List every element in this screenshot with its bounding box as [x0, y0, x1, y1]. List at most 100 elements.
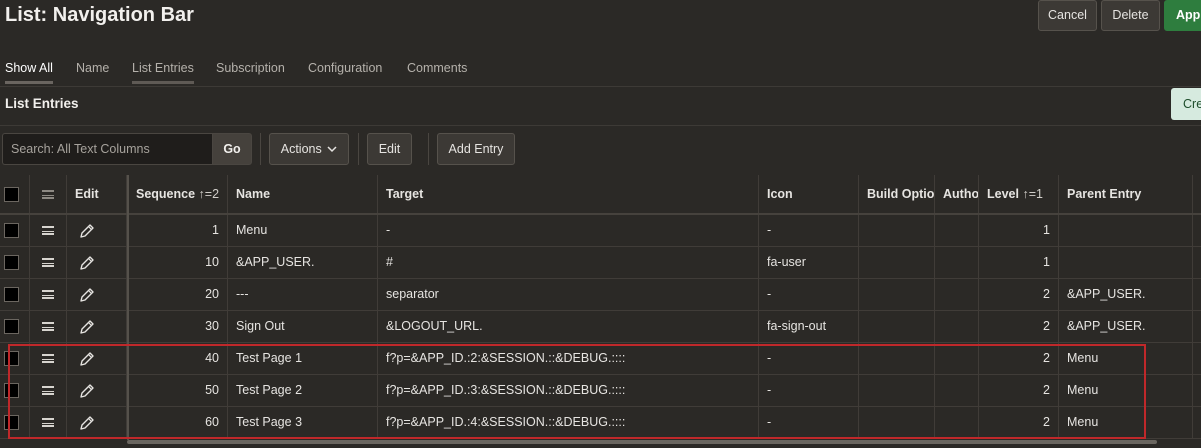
actions-label: Actions — [280, 142, 322, 156]
row-select-cell[interactable] — [0, 343, 30, 374]
level-cell: 2 — [979, 407, 1059, 438]
target-cell: &LOGOUT_URL. — [378, 311, 759, 342]
table-row[interactable]: 60 Test Page 3 f?p=&APP_ID.:4:&SESSION.::&… — [0, 407, 1201, 439]
row-select-cell[interactable] — [0, 215, 30, 246]
row-edit-cell[interactable] — [67, 343, 127, 374]
pencil-icon[interactable] — [79, 223, 95, 239]
row-actions-cell[interactable] — [30, 311, 67, 342]
drag-handle-icon[interactable] — [42, 258, 54, 268]
table-row[interactable]: 20 --- separator - 2 &APP_USER. — [0, 279, 1201, 311]
table-row[interactable]: 40 Test Page 1 f?p=&APP_ID.:2:&SESSION.::&… — [0, 343, 1201, 375]
column-header-name[interactable]: Name — [228, 175, 378, 213]
drag-handle-icon[interactable] — [42, 418, 54, 428]
name-cell: &APP_USER. — [228, 247, 378, 278]
checkbox-icon[interactable] — [4, 383, 19, 399]
sequence-cell: 1 — [128, 215, 228, 246]
column-header-sequence[interactable]: Sequence ↑=2 — [128, 175, 228, 213]
actions-menu-button[interactable]: Actions — [269, 133, 349, 165]
checkbox-icon[interactable] — [4, 255, 19, 271]
row-edit-cell[interactable] — [67, 215, 127, 246]
name-cell: Test Page 3 — [228, 407, 378, 438]
column-header-author[interactable]: Autho — [935, 175, 979, 213]
checkbox-icon[interactable] — [4, 223, 19, 239]
row-select-cell[interactable] — [0, 375, 30, 406]
column-header-build-option[interactable]: Build Option — [859, 175, 935, 213]
row-edit-cell[interactable] — [67, 407, 127, 438]
target-cell: separator — [378, 279, 759, 310]
delete-button[interactable]: Delete — [1101, 0, 1160, 31]
row-actions-cell[interactable] — [30, 279, 67, 310]
column-header-target[interactable]: Target — [378, 175, 759, 213]
target-cell: f?p=&APP_ID.:4:&SESSION.::&DEBUG.:::: — [378, 407, 759, 438]
search-input[interactable] — [2, 133, 212, 165]
checkbox-icon[interactable] — [4, 287, 19, 303]
tab-list-entries[interactable]: List Entries — [132, 61, 194, 84]
tab-subscription[interactable]: Subscription — [216, 61, 285, 81]
checkbox-icon[interactable] — [4, 319, 19, 335]
tab-show-all[interactable]: Show All — [5, 61, 53, 84]
row-select-cell[interactable] — [0, 279, 30, 310]
select-all-checkbox-icon[interactable] — [4, 187, 19, 203]
level-cell: 2 — [979, 343, 1059, 374]
horizontal-scrollbar[interactable] — [127, 440, 1157, 444]
row-edit-cell[interactable] — [67, 279, 127, 310]
tab-comments[interactable]: Comments — [407, 61, 467, 81]
row-actions-cell[interactable] — [30, 407, 67, 438]
drag-handle-icon[interactable] — [42, 290, 54, 300]
add-entry-button[interactable]: Add Entry — [437, 133, 515, 165]
sequence-cell: 60 — [128, 407, 228, 438]
region-title: List Entries — [5, 96, 79, 111]
row-actions-cell[interactable] — [30, 215, 67, 246]
pencil-icon[interactable] — [79, 287, 95, 303]
chevron-down-icon — [327, 146, 337, 153]
pencil-icon[interactable] — [79, 351, 95, 367]
drag-handle-icon[interactable] — [42, 322, 54, 332]
table-row[interactable]: 10 &APP_USER. # fa-user 1 — [0, 247, 1201, 279]
tab-name[interactable]: Name — [76, 61, 109, 81]
checkbox-icon[interactable] — [4, 351, 19, 367]
row-select-cell[interactable] — [0, 407, 30, 438]
row-edit-cell[interactable] — [67, 311, 127, 342]
author-cell — [935, 247, 979, 278]
row-actions-cell[interactable] — [30, 375, 67, 406]
column-header-edit[interactable]: Edit — [67, 175, 127, 213]
create-entry-button[interactable]: Cre — [1171, 88, 1201, 120]
pencil-icon[interactable] — [79, 383, 95, 399]
author-cell — [935, 215, 979, 246]
build-option-cell — [859, 279, 935, 310]
row-edit-cell[interactable] — [67, 247, 127, 278]
pencil-icon[interactable] — [79, 255, 95, 271]
author-cell — [935, 279, 979, 310]
drag-header-cell — [30, 175, 67, 213]
tab-configuration[interactable]: Configuration — [308, 61, 382, 81]
select-all-cell[interactable] — [0, 175, 30, 213]
table-row[interactable]: 50 Test Page 2 f?p=&APP_ID.:3:&SESSION.::&… — [0, 375, 1201, 407]
edit-mode-button[interactable]: Edit — [367, 133, 412, 165]
row-select-cell[interactable] — [0, 311, 30, 342]
row-select-cell[interactable] — [0, 247, 30, 278]
icon-cell: - — [759, 215, 859, 246]
row-actions-cell[interactable] — [30, 343, 67, 374]
go-button[interactable]: Go — [212, 133, 252, 165]
column-header-icon[interactable]: Icon — [759, 175, 859, 213]
apply-changes-button[interactable]: Appl — [1164, 0, 1201, 31]
cancel-button[interactable]: Cancel — [1038, 0, 1097, 31]
parent-entry-cell: &APP_USER. — [1059, 279, 1193, 310]
row-actions-cell[interactable] — [30, 247, 67, 278]
table-row[interactable]: 30 Sign Out &LOGOUT_URL. fa-sign-out 2 &APP_U… — [0, 311, 1201, 343]
parent-entry-cell: Menu — [1059, 407, 1193, 438]
pencil-icon[interactable] — [79, 415, 95, 431]
build-option-cell — [859, 311, 935, 342]
frozen-column-divider — [127, 175, 129, 440]
icon-cell: - — [759, 343, 859, 374]
drag-handle-icon[interactable] — [42, 386, 54, 396]
drag-handle-icon[interactable] — [42, 226, 54, 236]
drag-handle-icon[interactable] — [42, 354, 54, 364]
checkbox-icon[interactable] — [4, 415, 19, 431]
pencil-icon[interactable] — [79, 319, 95, 335]
row-edit-cell[interactable] — [67, 375, 127, 406]
sequence-cell: 10 — [128, 247, 228, 278]
table-row[interactable]: 1 Menu - -1 — [0, 215, 1201, 247]
column-header-parent-entry[interactable]: Parent Entry — [1059, 175, 1193, 213]
column-header-level[interactable]: Level ↑=1 — [979, 175, 1059, 213]
